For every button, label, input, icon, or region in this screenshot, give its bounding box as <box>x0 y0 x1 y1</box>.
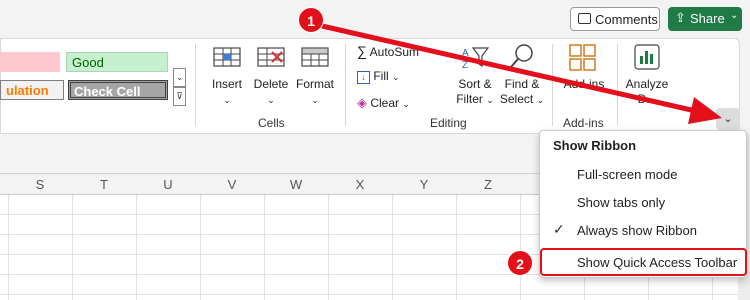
annotation-arrow <box>321 23 722 124</box>
step-badge-1: 1 <box>298 7 324 33</box>
step-badge-2: 2 <box>507 250 533 276</box>
